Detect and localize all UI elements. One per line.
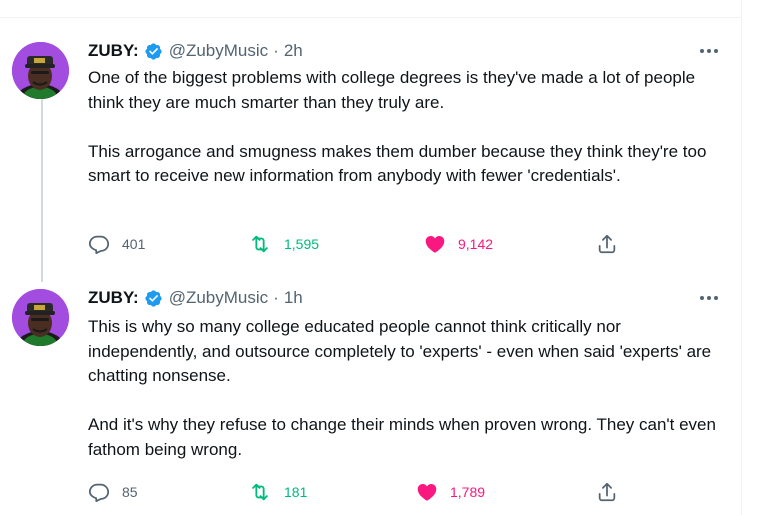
retweet-icon bbox=[252, 483, 268, 501]
retweet-count: 181 bbox=[284, 484, 308, 500]
user-handle[interactable]: @ZubyMusic bbox=[169, 41, 268, 61]
share-icon bbox=[598, 234, 616, 254]
avatar[interactable] bbox=[12, 42, 69, 99]
timestamp[interactable]: 2h bbox=[284, 41, 303, 61]
tweet-header: ZUBY: @ZubyMusic · 1h bbox=[88, 287, 303, 309]
reply-button[interactable]: 85 bbox=[88, 480, 138, 504]
timeline-top-divider bbox=[0, 17, 741, 18]
retweet-icon bbox=[252, 235, 268, 253]
reply-button[interactable]: 401 bbox=[88, 232, 145, 256]
like-heart-icon bbox=[417, 484, 437, 501]
verified-badge-icon bbox=[144, 289, 163, 308]
tweet-actions: 85 181 1,789 bbox=[88, 480, 728, 504]
tweet-header: ZUBY: @ZubyMusic · 2h bbox=[88, 40, 303, 62]
separator-dot: · bbox=[273, 41, 279, 60]
user-handle[interactable]: @ZubyMusic bbox=[169, 288, 268, 308]
thread-connector-line bbox=[41, 92, 43, 282]
avatar-image bbox=[12, 42, 69, 99]
share-icon bbox=[598, 482, 616, 502]
tweet-paragraph: This is why so many college educated peo… bbox=[88, 317, 712, 385]
reply-count: 85 bbox=[122, 484, 138, 500]
display-name[interactable]: ZUBY: bbox=[88, 288, 139, 308]
timestamp[interactable]: 1h bbox=[284, 288, 303, 308]
share-button[interactable] bbox=[596, 480, 618, 504]
timeline-right-border bbox=[741, 0, 742, 515]
like-count: 1,789 bbox=[450, 484, 486, 500]
reply-count: 401 bbox=[122, 236, 146, 252]
retweet-button[interactable]: 1,595 bbox=[248, 232, 319, 256]
separator-dot: · bbox=[273, 288, 279, 307]
like-button[interactable]: 9,142 bbox=[424, 232, 493, 256]
tweet-paragraph: One of the biggest problems with college… bbox=[88, 68, 696, 112]
tweet-paragraph: This arrogance and smugness makes them d… bbox=[88, 141, 707, 186]
retweet-count: 1,595 bbox=[284, 236, 320, 252]
avatar-image bbox=[12, 289, 69, 346]
more-options-icon[interactable] bbox=[697, 43, 721, 59]
retweet-button[interactable]: 181 bbox=[248, 480, 307, 504]
tweet-text: This is why so many college educated peo… bbox=[88, 315, 718, 462]
like-heart-icon bbox=[425, 236, 445, 253]
tweet-paragraph: And it's why they refuse to change their… bbox=[88, 415, 716, 459]
more-options-icon[interactable] bbox=[697, 290, 721, 306]
reply-icon bbox=[88, 235, 110, 255]
reply-icon bbox=[88, 483, 110, 503]
display-name[interactable]: ZUBY: bbox=[88, 41, 139, 61]
like-count: 9,142 bbox=[458, 236, 494, 252]
like-button[interactable]: 1,789 bbox=[416, 480, 485, 504]
share-button[interactable] bbox=[596, 232, 618, 256]
verified-badge-icon bbox=[144, 42, 163, 61]
tweet-actions: 401 1,595 9,142 bbox=[88, 232, 728, 256]
avatar[interactable] bbox=[12, 289, 69, 346]
tweet-text: One of the biggest problems with college… bbox=[88, 66, 718, 189]
